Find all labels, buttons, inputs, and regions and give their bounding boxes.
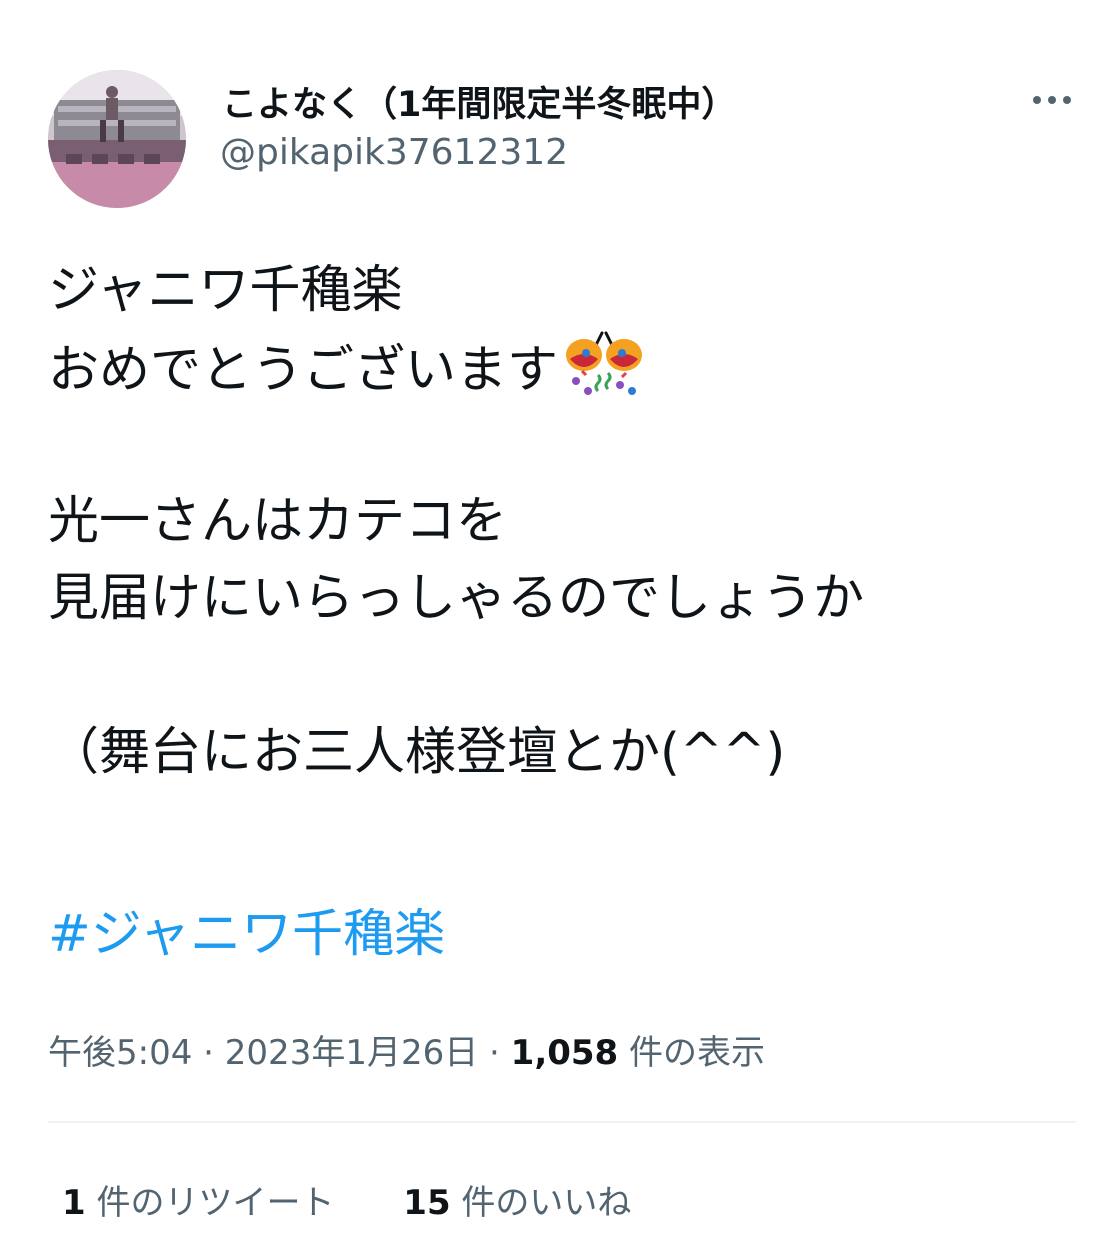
retweets-label: 件のリツイート bbox=[85, 1183, 335, 1223]
views-label: 件の表示 bbox=[618, 1033, 766, 1073]
tweet-time[interactable]: 午後5:04 bbox=[48, 1033, 192, 1073]
tweet-text: ジャニワ千穐楽 おめでとうございます 光一さんはカテコを 見届けにいらっしゃるの… bbox=[48, 252, 1088, 791]
tweet-line: おめでとうございます bbox=[48, 329, 1088, 406]
views-count: 1,058 bbox=[510, 1033, 619, 1073]
tweet-date[interactable]: 2023年1月26日 bbox=[225, 1033, 478, 1073]
divider bbox=[48, 1121, 1076, 1123]
more-dot-icon bbox=[1033, 96, 1041, 104]
party-popper-icon bbox=[562, 329, 646, 401]
tweet-line: 光一さんはカテコを bbox=[48, 492, 508, 551]
more-options-button[interactable] bbox=[1024, 80, 1080, 120]
tweet-line: 見届けにいらっしゃるのでしょうか bbox=[48, 569, 865, 628]
tweet-line-text: おめでとうございます bbox=[48, 341, 559, 400]
likes-stat[interactable]: 15 件のいいね bbox=[403, 1175, 631, 1224]
more-dot-icon bbox=[1048, 96, 1056, 104]
more-dot-icon bbox=[1063, 96, 1071, 104]
likes-label: 件のいいね bbox=[450, 1183, 632, 1223]
meta-separator: · bbox=[192, 1033, 225, 1073]
tweet-meta: 午後5:04 · 2023年1月26日 · 1,058 件の表示 bbox=[48, 1025, 765, 1074]
hashtag-link[interactable]: #ジャニワ千穐楽 bbox=[48, 896, 445, 973]
display-name[interactable]: こよなく（1年間限定半冬眠中） bbox=[222, 76, 736, 127]
user-handle[interactable]: @pikapik37612312 bbox=[220, 132, 568, 173]
retweets-stat[interactable]: 1 件のリツイート bbox=[62, 1175, 334, 1224]
meta-separator: · bbox=[478, 1033, 511, 1073]
retweets-count: 1 bbox=[62, 1183, 86, 1223]
avatar[interactable] bbox=[48, 70, 186, 208]
tweet-line: ジャニワ千穐楽 bbox=[48, 261, 403, 320]
likes-count: 15 bbox=[403, 1183, 451, 1223]
tweet-line: （舞台にお三人様登壇とか(^^) bbox=[48, 723, 786, 782]
tweet-stats: 1 件のリツイート 15 件のいいね bbox=[62, 1175, 631, 1224]
